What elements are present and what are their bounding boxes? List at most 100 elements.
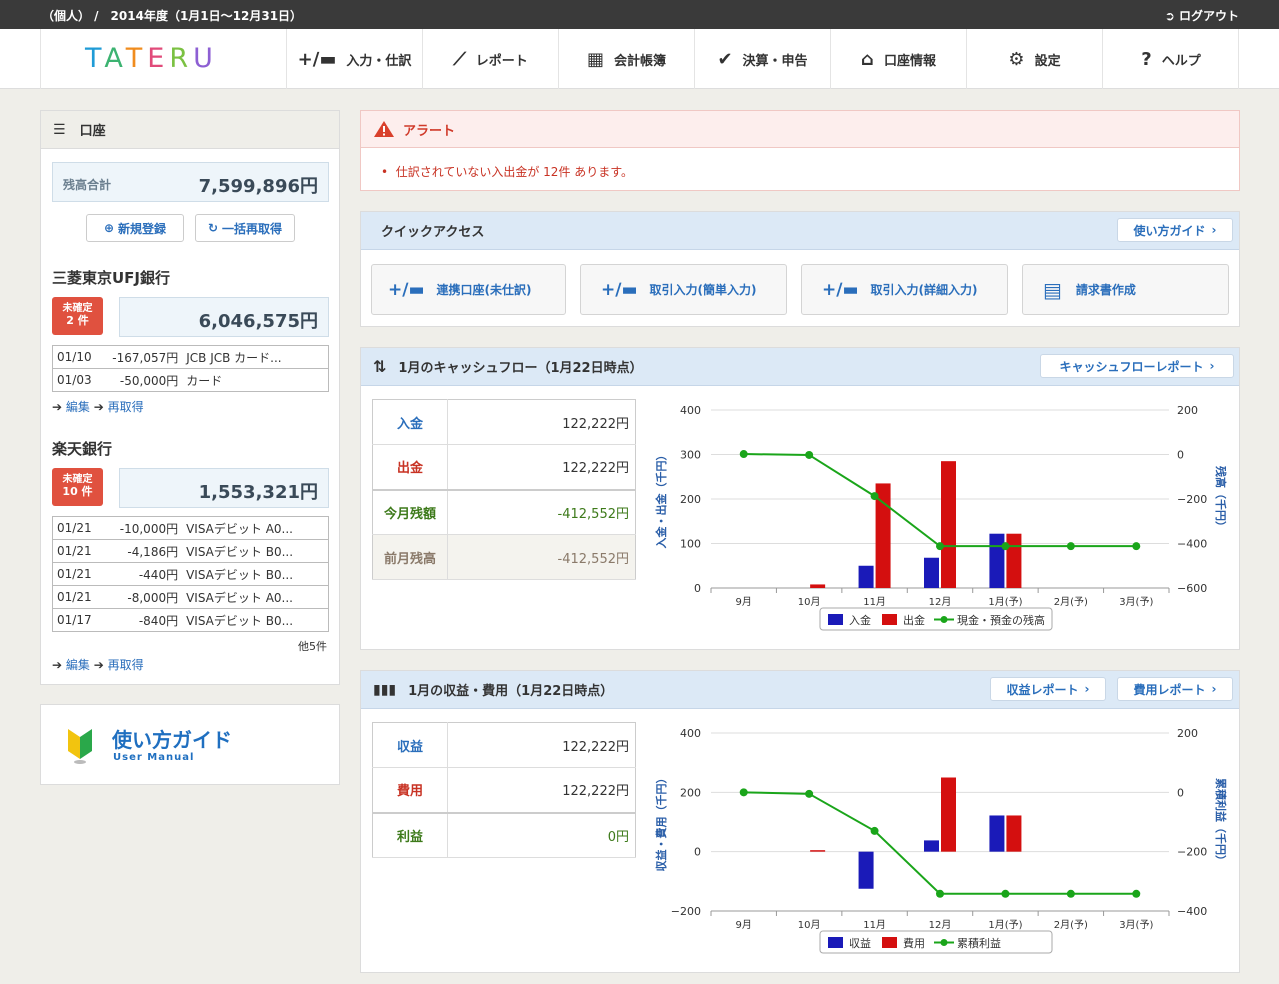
invoice-icon: ▤ bbox=[1043, 277, 1062, 302]
total-balance-value: 7,599,896円 bbox=[198, 176, 318, 197]
legend-swatch bbox=[828, 937, 843, 948]
quick-simple-entry-button[interactable]: +∕▬ 取引入力(簡単入力) bbox=[580, 264, 787, 315]
transaction-row[interactable]: 01/03 -50,000円 カード bbox=[52, 368, 330, 392]
total-balance-box: 残高合計 7,599,896円 bbox=[52, 162, 329, 202]
transaction-description: VISAデビット A0... bbox=[182, 516, 330, 540]
bar-出金 bbox=[810, 584, 826, 588]
nav-item-help[interactable]: ? ヘルプ bbox=[1103, 29, 1239, 89]
bar-収益 bbox=[989, 815, 1005, 852]
quick-detail-entry-button[interactable]: +∕▬ 取引入力(詳細入力) bbox=[801, 264, 1008, 315]
x-tick-label: 1月(予) bbox=[988, 596, 1022, 608]
logo-letter: T bbox=[85, 43, 105, 74]
logo[interactable]: TATERU bbox=[41, 29, 287, 89]
refetch-all-button[interactable]: ↻ 一括再取得 bbox=[195, 214, 295, 242]
alert-message-item: • 仕訳されていない入出金が 12件 あります。 bbox=[381, 165, 634, 179]
transaction-date: 01/21 bbox=[52, 539, 105, 563]
quick-invoice-button[interactable]: ▤ 請求書作成 bbox=[1022, 264, 1229, 315]
y-tick-label: 0 bbox=[694, 582, 701, 595]
usage-guide-button[interactable]: 使い方ガイド › bbox=[1117, 218, 1233, 242]
logo-letter: U bbox=[193, 43, 218, 74]
x-tick-label: 12月 bbox=[929, 596, 952, 608]
bank-balance-value: 1,553,321円 bbox=[198, 482, 318, 503]
transaction-amount: -50,000円 bbox=[104, 368, 183, 392]
edit-link[interactable]: 編集 bbox=[66, 658, 90, 672]
transaction-row[interactable]: 01/21 -8,000円 VISAデビット A0... bbox=[52, 585, 330, 609]
arrow-right-icon: ➔ bbox=[52, 400, 63, 414]
transaction-date: 01/17 bbox=[52, 608, 105, 632]
x-tick-label: 2月(予) bbox=[1054, 919, 1088, 931]
unconfirmed-badge[interactable]: 未確定 2 件 bbox=[52, 297, 103, 335]
y2-tick-label: −400 bbox=[1177, 538, 1207, 551]
chevron-right-icon: › bbox=[1209, 359, 1215, 373]
transaction-date: 01/10 bbox=[52, 345, 105, 369]
bar-費用 bbox=[1006, 815, 1022, 852]
transaction-row[interactable]: 01/21 -10,000円 VISAデビット A0... bbox=[52, 516, 330, 540]
bar-出金 bbox=[941, 461, 956, 588]
unconfirmed-badge[interactable]: 未確定 10 件 bbox=[52, 468, 103, 506]
transaction-row[interactable]: 01/21 -4,186円 VISAデビット B0... bbox=[52, 539, 330, 563]
nav-item-entry[interactable]: +∕▬ 入力・仕訳 bbox=[287, 29, 423, 89]
quick-linked-accounts-button[interactable]: +∕▬ 連携口座(未仕訳) bbox=[371, 264, 566, 315]
y2-tick-label: 0 bbox=[1177, 449, 1184, 462]
unposted-transactions-link[interactable]: 仕訳されていない入出金が 12件 あります。 bbox=[396, 165, 633, 179]
fiscal-year-context: （個人） / 2014年度（1月1日〜12月31日） bbox=[42, 9, 303, 23]
cashflow-panel: ⇅ 1月のキャッシュフロー（1月22日時点） キャッシュフローレポート › 入金 12… bbox=[360, 347, 1240, 650]
chevron-right-icon: › bbox=[1211, 223, 1217, 237]
y-axis-label: 収益・費用（千円） bbox=[654, 773, 668, 872]
transaction-row[interactable]: 01/21 -440円 VISAデビット B0... bbox=[52, 562, 330, 586]
check-icon: ✔ bbox=[717, 48, 733, 70]
y2-tick-label: −200 bbox=[1177, 493, 1207, 506]
line-point bbox=[936, 542, 944, 551]
cashflow-summary-table: 入金 122,222円 出金 122,222円 今月残額 -412,552円 前月残高… bbox=[372, 399, 636, 580]
y2-tick-label: −200 bbox=[1177, 846, 1207, 859]
bank-name: 楽天銀行 bbox=[52, 440, 113, 458]
nav-item-report[interactable]: ⟋ レポート bbox=[423, 29, 559, 89]
edit-link[interactable]: 編集 bbox=[66, 400, 90, 414]
x-tick-label: 9月 bbox=[736, 596, 752, 608]
y2-axis-label: 累積利益（千円） bbox=[1214, 778, 1228, 866]
arrow-right-icon: ➔ bbox=[52, 658, 63, 672]
bar-入金 bbox=[924, 557, 939, 588]
nav-item-ledger[interactable]: ▦ 会計帳簿 bbox=[559, 29, 695, 89]
bank-name: 三菱東京UFJ銀行 bbox=[52, 269, 171, 287]
bar-収益 bbox=[858, 851, 874, 889]
x-tick-label: 1月(予) bbox=[988, 919, 1022, 931]
refetch-link[interactable]: 再取得 bbox=[108, 658, 144, 672]
chevron-right-icon: › bbox=[1084, 682, 1090, 696]
nav-item-account-info[interactable]: ⌂ 口座情報 bbox=[831, 29, 967, 89]
alert-header: アラート bbox=[361, 111, 1239, 148]
y2-tick-label: −400 bbox=[1177, 905, 1207, 918]
new-account-button[interactable]: ⊕ 新規登録 bbox=[86, 214, 184, 242]
expense-report-button[interactable]: 費用レポート › bbox=[1117, 677, 1233, 701]
line-point bbox=[936, 889, 944, 898]
logout-link[interactable]: ➲ ログアウト bbox=[1165, 7, 1239, 24]
nav-item-settlement[interactable]: ✔ 決算・申告 bbox=[695, 29, 831, 89]
arrow-right-icon: ➔ bbox=[93, 400, 104, 414]
nav-item-settings[interactable]: ⚙ 設定 bbox=[967, 29, 1103, 89]
cashflow-report-button[interactable]: キャッシュフローレポート › bbox=[1040, 354, 1234, 378]
user-guide-card[interactable]: 使い方ガイド User Manual bbox=[40, 704, 340, 785]
revenue-report-button[interactable]: 収益レポート › bbox=[990, 677, 1106, 701]
line-point bbox=[1066, 542, 1075, 551]
warning-icon bbox=[374, 121, 394, 137]
y-tick-label: −200 bbox=[671, 905, 701, 918]
line-point bbox=[870, 492, 879, 501]
bank-balance-box: 1,553,321円 bbox=[119, 468, 329, 508]
chart-line-icon: ⟋ bbox=[453, 48, 466, 70]
accounts-panel: ☰ 口座 残高合計 7,599,896円 ⊕ 新規登録 ↻ 一括再取得 三菱東京UFJ… bbox=[40, 110, 340, 685]
legend-label: 累積利益 bbox=[957, 936, 1001, 950]
y-tick-label: 0 bbox=[694, 846, 701, 859]
transaction-row[interactable]: 01/10 -167,057円 JCB JCB カード... bbox=[52, 345, 330, 369]
entry-icon: +∕▬ bbox=[388, 279, 425, 300]
legend-label: 入金 bbox=[849, 613, 871, 627]
line-point bbox=[1132, 542, 1141, 551]
line-point bbox=[805, 789, 814, 798]
bank-actions: ➔ 編集 ➔ 再取得 bbox=[52, 398, 144, 415]
quick-access-panel: クイックアクセス 使い方ガイド › +∕▬ 連携口座(未仕訳) +∕▬ 取引入力(簡単… bbox=[360, 211, 1240, 327]
table-row: 今月残額 -412,552円 bbox=[372, 488, 636, 535]
alert-panel: アラート • 仕訳されていない入出金が 12件 あります。 bbox=[360, 110, 1240, 191]
transaction-row[interactable]: 01/17 -840円 VISAデビット B0... bbox=[52, 608, 330, 632]
y2-tick-label: 0 bbox=[1177, 786, 1184, 799]
refetch-link[interactable]: 再取得 bbox=[108, 400, 144, 414]
x-tick-label: 3月(予) bbox=[1119, 919, 1153, 931]
